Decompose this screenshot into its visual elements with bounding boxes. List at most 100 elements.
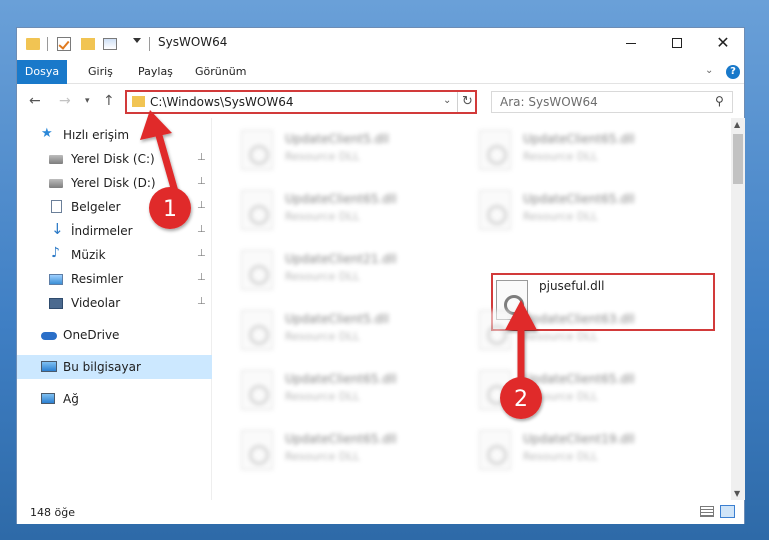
sidebar-item-pictures[interactable]: Resimler ⊥ (17, 267, 212, 291)
search-icon[interactable]: ⚲ (715, 94, 724, 108)
scroll-down-icon[interactable]: ▼ (734, 489, 740, 498)
dll-file-icon (241, 370, 273, 410)
videos-icon (49, 298, 63, 309)
file-description: Resource DLL (285, 270, 360, 283)
separator (149, 37, 150, 51)
file-item[interactable]: UpdateClient65.dll Resource DLL (237, 424, 467, 482)
file-description: Resource DLL (285, 210, 360, 223)
file-name: UpdateClient5.dll (285, 132, 389, 146)
dll-file-icon (479, 370, 511, 410)
download-icon: ↓ (51, 220, 64, 238)
close-button[interactable]: ✕ (700, 28, 746, 58)
title-bar: SysWOW64 ✕ (17, 28, 744, 60)
details-view-icon[interactable] (700, 506, 714, 517)
ribbon-tabs: Dosya Giriş Paylaş Görünüm ⌄ ? (17, 60, 744, 84)
sidebar-item-quick-access[interactable]: ★ Hızlı erişim (17, 123, 212, 147)
sidebar-item-music[interactable]: ♪ Müzik ⊥ (17, 243, 212, 267)
minimize-button[interactable] (608, 28, 654, 58)
ribbon-expand-icon[interactable]: ⌄ (705, 65, 713, 76)
dll-file-icon (241, 430, 273, 470)
pin-icon[interactable]: ⊥ (197, 224, 206, 235)
sidebar-item-network[interactable]: Ağ (17, 387, 212, 411)
folder-icon (132, 96, 145, 107)
file-item[interactable]: UpdateClient5.dll Resource DLL (237, 124, 467, 182)
file-name: UpdateClient5.dll (285, 312, 389, 326)
status-bar: 148 öğe (17, 500, 744, 524)
forward-button[interactable]: → (59, 93, 71, 109)
up-button[interactable]: ↑ (103, 93, 115, 109)
dll-file-icon (479, 310, 511, 350)
dll-file-icon (479, 430, 511, 470)
quick-access-dropdown-icon[interactable] (133, 38, 141, 43)
address-dropdown-icon[interactable]: ⌄ (443, 95, 451, 106)
pin-icon[interactable]: ⊥ (197, 248, 206, 259)
recent-locations-button[interactable]: ▾ (85, 96, 90, 106)
pin-icon[interactable]: ⊥ (197, 200, 206, 211)
search-placeholder: Ara: SysWOW64 (500, 95, 598, 109)
document-icon (51, 200, 62, 213)
scroll-thumb[interactable] (733, 134, 743, 184)
file-name: UpdateClient65.dll (285, 192, 397, 206)
file-item[interactable]: UpdateClient65.dll Resource DLL (475, 184, 705, 242)
file-name: pjuseful.dll (539, 279, 605, 293)
pin-icon[interactable]: ⊥ (197, 152, 206, 163)
folder-icon[interactable] (26, 38, 40, 50)
new-folder-icon[interactable] (81, 38, 95, 50)
large-icons-view-icon[interactable] (720, 505, 735, 518)
file-item[interactable]: UpdateClient65.dll Resource DLL (475, 364, 705, 422)
pin-icon[interactable]: ⊥ (197, 176, 206, 187)
separator (47, 37, 48, 51)
dll-file-icon (241, 190, 273, 230)
file-item[interactable]: UpdateClient65.dll Resource DLL (475, 124, 705, 182)
star-icon: ★ (41, 126, 53, 141)
file-item[interactable]: UpdateClient21.dll Resource DLL (237, 244, 467, 302)
vertical-scrollbar[interactable]: ▲ ▼ (731, 118, 745, 500)
properties-check-icon[interactable] (57, 37, 71, 51)
sidebar-item-local-disk-c[interactable]: Yerel Disk (C:) ⊥ (17, 147, 212, 171)
address-path[interactable]: C:\Windows\SysWOW64 (150, 95, 294, 109)
scroll-up-icon[interactable]: ▲ (734, 120, 740, 129)
properties-icon[interactable] (103, 38, 117, 50)
sidebar-item-label: Hızlı erişim (63, 128, 130, 142)
tab-share[interactable]: Paylaş (138, 60, 173, 84)
file-name: UpdateClient65.dll (523, 372, 635, 386)
file-item[interactable]: UpdateClient65.dll Resource DLL (237, 184, 467, 242)
back-button[interactable]: ← (29, 93, 41, 109)
disk-icon (49, 155, 63, 164)
file-description: Resource DLL (523, 390, 598, 403)
tab-file[interactable]: Dosya (17, 60, 67, 84)
sidebar-item-documents[interactable]: Belgeler ⊥ (17, 195, 212, 219)
file-item[interactable]: UpdateClient5.dll Resource DLL (237, 304, 467, 362)
window-title: SysWOW64 (158, 35, 228, 49)
pin-icon[interactable]: ⊥ (197, 272, 206, 283)
file-name: UpdateClient65.dll (285, 432, 397, 446)
sidebar-item-label: Ağ (63, 392, 79, 406)
item-count: 148 öğe (30, 506, 75, 519)
file-description: Resource DLL (523, 210, 598, 223)
maximize-icon (672, 38, 682, 48)
pin-icon[interactable]: ⊥ (197, 296, 206, 307)
file-item[interactable]: UpdateClient19.dll Resource DLL (475, 424, 705, 482)
minimize-icon (626, 42, 636, 44)
sidebar-item-label: Yerel Disk (C:) (71, 152, 155, 166)
file-name: UpdateClient19.dll (523, 432, 635, 446)
disk-icon (49, 179, 63, 188)
sidebar-item-this-pc[interactable]: Bu bilgisayar (17, 355, 212, 379)
search-input[interactable]: Ara: SysWOW64 ⚲ (491, 91, 733, 113)
computer-icon (41, 361, 57, 372)
sidebar-item-label: Resimler (71, 272, 124, 286)
help-icon[interactable]: ? (726, 65, 740, 79)
tab-home[interactable]: Giriş (88, 60, 113, 84)
sidebar-item-onedrive[interactable]: OneDrive (17, 323, 212, 347)
file-description: Resource DLL (523, 330, 598, 343)
address-bar[interactable]: C:\Windows\SysWOW64 ⌄ ↻ (125, 90, 477, 114)
refresh-button[interactable]: ↻ (457, 92, 477, 112)
sidebar-item-label: Belgeler (71, 200, 121, 214)
maximize-button[interactable] (654, 28, 700, 58)
tab-view[interactable]: Görünüm (195, 60, 246, 84)
file-item[interactable]: UpdateClient65.dll Resource DLL (237, 364, 467, 422)
sidebar-item-downloads[interactable]: ↓ İndirmeler ⊥ (17, 219, 212, 243)
sidebar-item-videos[interactable]: Videolar ⊥ (17, 291, 212, 315)
file-item[interactable]: UpdateClient63.dll Resource DLL (475, 304, 705, 362)
sidebar-item-local-disk-d[interactable]: Yerel Disk (D:) ⊥ (17, 171, 212, 195)
